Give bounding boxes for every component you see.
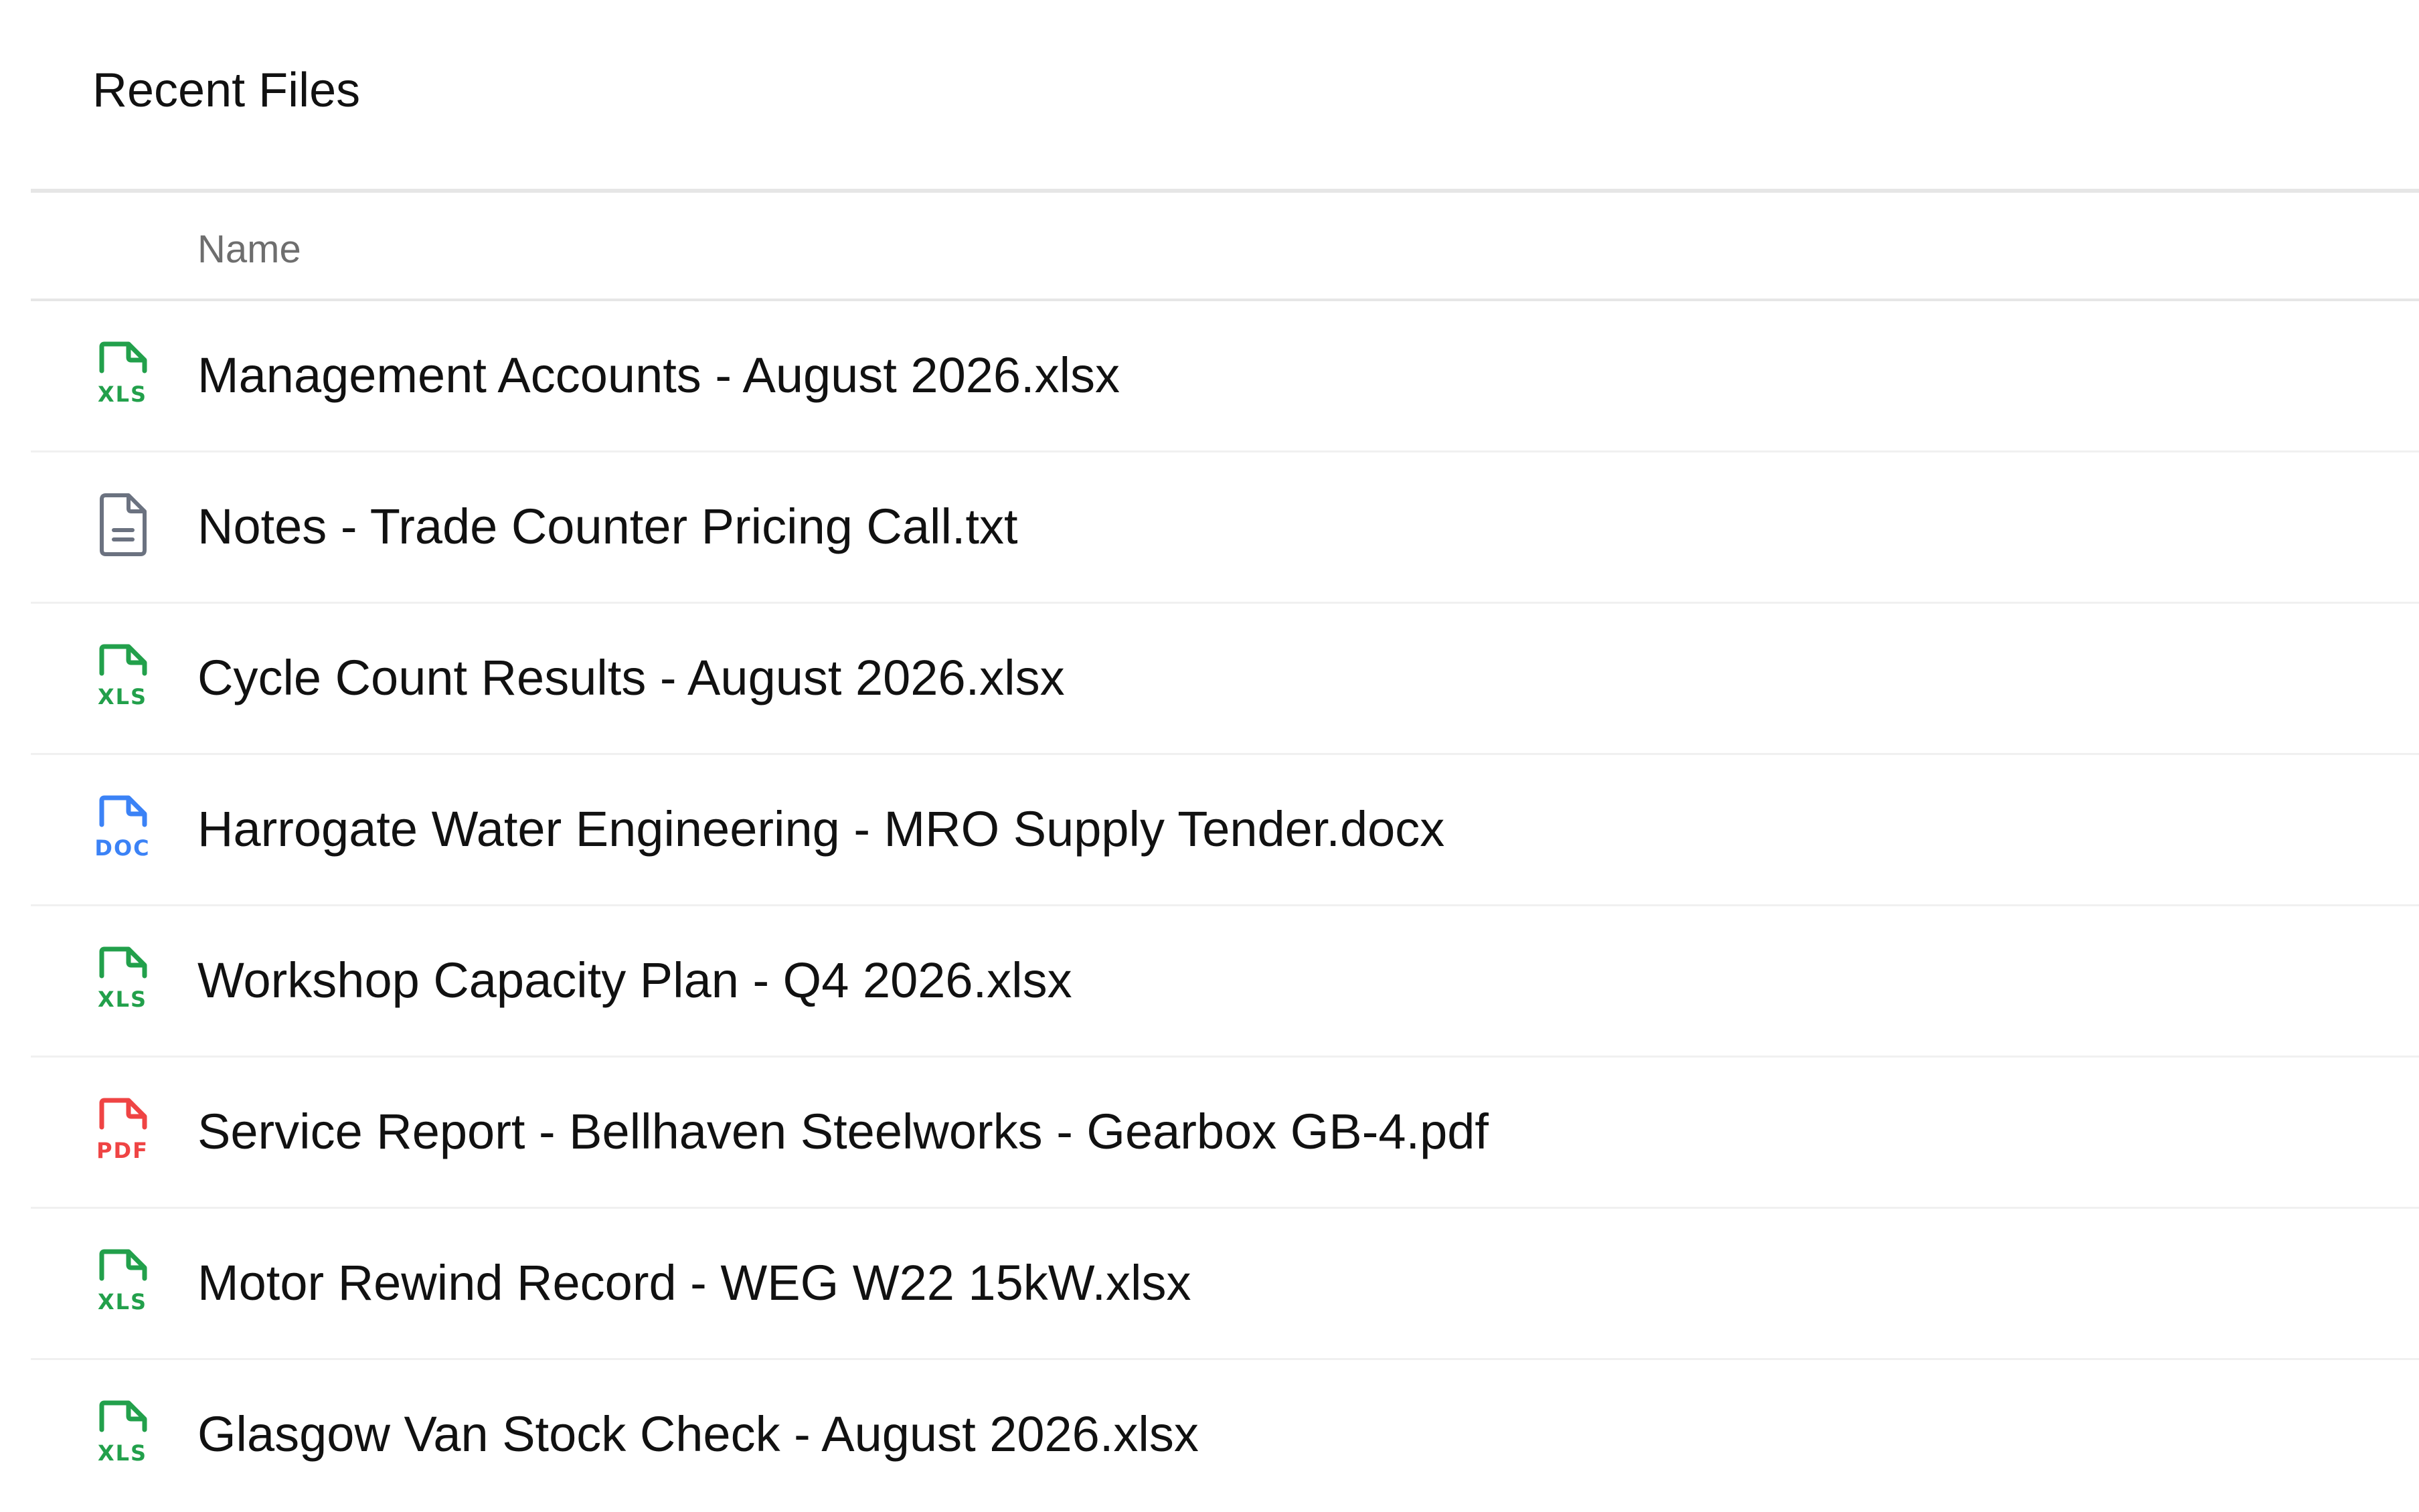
file-row[interactable]: XLS Management Accounts - August 2026.xls… xyxy=(31,301,2419,452)
file-row[interactable]: XLS Cycle Count Results - August 2026.xls… xyxy=(31,604,2419,755)
file-type-badge: XLS xyxy=(98,382,147,406)
xls-file-icon: XLS xyxy=(95,946,150,1011)
file-type-badge: XLS xyxy=(98,987,147,1011)
file-name[interactable]: Motor Rewind Record - WEG W22 15kW.xlsx xyxy=(197,1253,1191,1313)
file-type-badge: XLS xyxy=(98,684,147,708)
xls-file-icon: XLS xyxy=(95,1249,150,1313)
file-type-badge: PDF xyxy=(96,1138,149,1162)
file-type-badge: DOC xyxy=(95,835,150,859)
file-name[interactable]: Cycle Count Results - August 2026.xlsx xyxy=(197,648,1065,708)
file-type-badge: XLS xyxy=(98,1289,147,1313)
recent-files-page: Recent Files Name XLS Management Accounts… xyxy=(0,0,2419,1512)
xls-file-icon: XLS xyxy=(95,644,150,708)
xls-file-icon: XLS xyxy=(95,1400,150,1464)
file-name[interactable]: Notes - Trade Counter Pricing Call.txt xyxy=(197,497,1018,557)
file-row[interactable]: PDF Service Report - Bellhaven Steelworks… xyxy=(31,1058,2419,1209)
table-header: Name xyxy=(31,189,2419,301)
page-title: Recent Files xyxy=(92,64,361,117)
files-table: Name XLS Management Accounts - August 202… xyxy=(31,189,2419,1511)
xls-file-icon: XLS xyxy=(95,341,150,406)
text-file-icon xyxy=(95,493,150,557)
file-name[interactable]: Management Accounts - August 2026.xlsx xyxy=(197,345,1120,406)
file-name[interactable]: Workshop Capacity Plan - Q4 2026.xlsx xyxy=(197,950,1072,1011)
file-name[interactable]: Service Report - Bellhaven Steelworks - … xyxy=(197,1102,1489,1162)
table-body: XLS Management Accounts - August 2026.xls… xyxy=(31,301,2419,1511)
file-row[interactable]: Notes - Trade Counter Pricing Call.txt xyxy=(31,452,2419,604)
doc-file-icon: DOC xyxy=(95,795,150,859)
pdf-file-icon: PDF xyxy=(95,1098,150,1162)
column-header-name[interactable]: Name xyxy=(197,226,301,273)
file-name[interactable]: Glasgow Van Stock Check - August 2026.xl… xyxy=(197,1404,1199,1464)
file-type-badge: XLS xyxy=(98,1440,147,1464)
file-row[interactable]: XLS Glasgow Van Stock Check - August 2026… xyxy=(31,1360,2419,1511)
file-row[interactable]: XLS Workshop Capacity Plan - Q4 2026.xlsx xyxy=(31,906,2419,1058)
file-name[interactable]: Harrogate Water Engineering - MRO Supply… xyxy=(197,799,1444,859)
file-row[interactable]: XLS Motor Rewind Record - WEG W22 15kW.xl… xyxy=(31,1209,2419,1360)
file-row[interactable]: DOC Harrogate Water Engineering - MRO Sup… xyxy=(31,755,2419,906)
